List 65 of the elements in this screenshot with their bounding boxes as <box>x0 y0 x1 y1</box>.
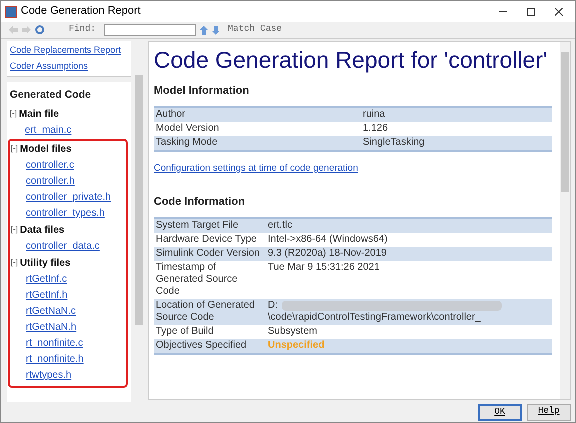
table-cell-text: Location of Generated Source Code <box>156 300 256 324</box>
table-cell-text: Author <box>156 109 186 121</box>
dialog-button[interactable]: Help <box>527 404 571 420</box>
file-link[interactable]: rtwtypes.h <box>26 368 72 384</box>
collapse-toggle[interactable]: [-] <box>11 224 18 236</box>
scrollbar-thumb[interactable] <box>134 75 142 325</box>
file-link[interactable]: rtGetInf.h <box>26 288 68 304</box>
table-cell: Subsystem <box>268 326 318 338</box>
up-arrow-icon[interactable] <box>200 26 208 34</box>
dialog-button[interactable]: OK <box>478 404 522 420</box>
find-label: Find: <box>69 23 96 36</box>
table-cell: ruina <box>363 109 386 121</box>
group-label: Data files <box>20 224 65 238</box>
table-cell-text: Timestamp of Generated Source Code <box>156 262 239 298</box>
app-icon <box>5 6 17 18</box>
match-case-option[interactable]: Match Case <box>228 23 282 37</box>
section-heading: Code Information <box>154 195 246 209</box>
group-label: Main file <box>19 108 60 122</box>
file-link[interactable]: rt_nonfinite.h <box>26 352 84 368</box>
collapse-toggle[interactable]: [-] <box>10 108 18 120</box>
table-cell: ert.tlc <box>268 220 292 232</box>
table-cell: \code\rapidControlTestingFramework\controller_ <box>268 312 481 324</box>
table-cell: Tue Mar 9 15:31:26 2021 <box>268 262 380 274</box>
table-cell-text: Simulink Coder Version <box>156 248 261 260</box>
table-cell: D: <box>268 300 278 312</box>
table-cell-text: Hardware Device Type <box>156 234 258 246</box>
table-cell: Intel->x86-64 (Windows64) <box>268 234 388 246</box>
table-cell-text: Tasking Mode <box>156 137 219 149</box>
file-link[interactable]: rt_nonfinite.c <box>26 336 84 352</box>
file-link[interactable]: controller_types.h <box>26 206 105 222</box>
section-heading: Model Information <box>154 84 250 98</box>
table-cell: 1.126 <box>363 123 388 135</box>
file-link[interactable]: rtGetNaN.h <box>26 320 77 336</box>
maximize-icon[interactable] <box>527 8 535 16</box>
window-title: Code Generation Report <box>21 4 141 20</box>
table-cell-text: Objectives Specified <box>156 340 248 352</box>
section-title: Generated Code <box>10 88 92 103</box>
group-label: Utility files <box>20 256 71 271</box>
find-field[interactable] <box>104 24 196 36</box>
table-cell-text: Model Version <box>156 123 220 135</box>
file-link[interactable]: controller_private.h <box>26 190 112 206</box>
file-link[interactable]: rtGetInf.c <box>26 272 68 288</box>
back-arrow-icon[interactable] <box>9 26 18 34</box>
file-link[interactable]: ert_main.c <box>25 122 72 139</box>
nav-link[interactable]: Coder Assumptions <box>10 60 88 73</box>
config-link[interactable]: Configuration settings at time of code generation <box>154 163 358 175</box>
scrollbar-thumb[interactable] <box>561 52 569 192</box>
file-link[interactable]: controller_data.c <box>26 238 100 255</box>
file-link[interactable]: rtGetNaN.c <box>26 304 76 320</box>
nav-link[interactable]: Code Replacements Report <box>10 44 122 57</box>
collapse-toggle[interactable]: [-] <box>11 257 18 270</box>
table-cell-text: System Target File <box>156 220 240 232</box>
table-cell: 9.3 (R2020a) 18-Nov-2019 <box>268 248 387 260</box>
forward-arrow-icon[interactable] <box>22 26 31 34</box>
group-label: Model files <box>20 142 72 157</box>
file-link[interactable]: controller.c <box>26 158 74 174</box>
table-cell: Unspecified <box>268 340 325 352</box>
close-icon[interactable] <box>555 8 563 16</box>
scrollbar[interactable] <box>560 42 570 399</box>
collapse-toggle[interactable]: [-] <box>11 143 18 156</box>
table-cell-text: Type of Build <box>156 326 215 338</box>
table-cell: SingleTasking <box>363 137 425 149</box>
file-link[interactable]: controller.h <box>26 174 75 190</box>
report-title: Code Generation Report for 'controller' <box>154 46 548 74</box>
down-arrow-icon[interactable] <box>212 26 220 34</box>
